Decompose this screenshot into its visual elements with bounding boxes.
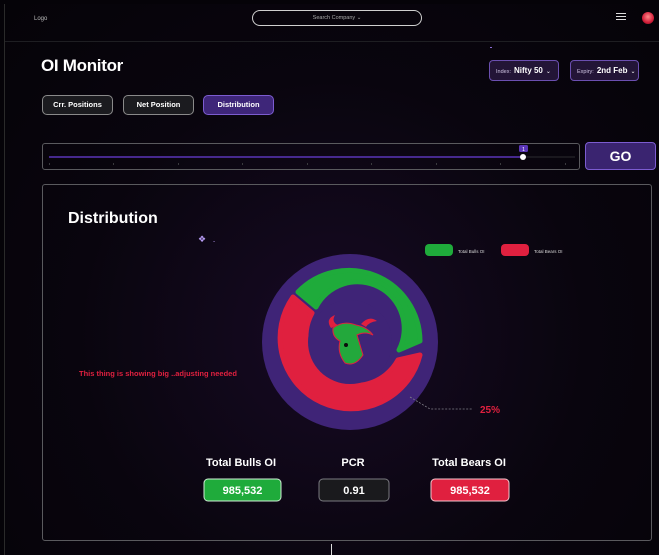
app-frame: Logo Search Company ⌄ OI Monitor Index: N… bbox=[4, 4, 659, 555]
slider-ticks bbox=[49, 163, 566, 165]
hamburger-menu-icon[interactable] bbox=[616, 13, 626, 21]
slider-value-label: 1 bbox=[522, 147, 525, 153]
legend-bears-swatch bbox=[501, 244, 529, 256]
chart-annotation: This thing is showing big ..adjusting ne… bbox=[79, 369, 237, 378]
top-bar: Logo Search Company ⌄ bbox=[5, 4, 659, 42]
tab-distribution[interactable]: Distribution bbox=[203, 95, 274, 115]
percent-label: 25% bbox=[480, 405, 500, 416]
pcr-value: 0.91 bbox=[343, 485, 364, 497]
index-value: Nifty 50 bbox=[513, 66, 543, 75]
distribution-card: Distribution ❖ - Total Bulls OI Total Be… bbox=[42, 184, 652, 541]
page-title: OI Monitor bbox=[41, 56, 123, 75]
slider-handle[interactable] bbox=[520, 154, 526, 160]
expiry-slider-box: 1 bbox=[42, 143, 580, 170]
bottom-divider bbox=[331, 544, 332, 555]
bears-oi-value: 985,532 bbox=[450, 485, 490, 497]
tab-net-position[interactable]: Net Position bbox=[123, 95, 194, 115]
expiry-label: Expiry: bbox=[577, 69, 594, 75]
distribution-chart: ❖ - Total Bulls OI Total Bears OI This t… bbox=[79, 235, 563, 502]
expiry-dropdown[interactable]: Expiry: 2nd Feb ⌄ bbox=[570, 60, 639, 81]
chevron-down-icon: ⌄ bbox=[545, 69, 551, 75]
search-company-input[interactable]: Search Company ⌄ bbox=[252, 10, 422, 26]
sparkle-dash: - bbox=[213, 238, 215, 245]
index-dropdown[interactable]: Index: Nifty 50 ⌄ bbox=[489, 60, 559, 81]
bears-oi-label: Total Bears OI bbox=[432, 457, 506, 469]
legend-bulls-swatch bbox=[425, 244, 453, 256]
logo[interactable]: Logo bbox=[34, 16, 47, 22]
pcr-label: PCR bbox=[341, 457, 364, 469]
sparkle-icon: ❖ bbox=[198, 235, 206, 245]
bulls-oi-label: Total Bulls OI bbox=[206, 457, 276, 469]
tab-crr-positions[interactable]: Crr. Positions bbox=[42, 95, 113, 115]
percent-leader-line bbox=[409, 396, 473, 410]
go-button[interactable]: GO bbox=[585, 142, 656, 170]
bulls-oi-value: 985,532 bbox=[223, 485, 263, 497]
avatar[interactable] bbox=[642, 12, 654, 24]
chevron-down-icon: ⌄ bbox=[630, 69, 636, 75]
expiry-value: 2nd Feb bbox=[596, 66, 628, 75]
decorative-dot bbox=[490, 47, 492, 48]
slider-graphic: 1 bbox=[49, 145, 575, 165]
index-label: Index: bbox=[496, 69, 511, 75]
legend-bears-label: Total Bears OI bbox=[534, 249, 563, 254]
legend-bulls-label: Total Bulls OI bbox=[458, 249, 485, 254]
